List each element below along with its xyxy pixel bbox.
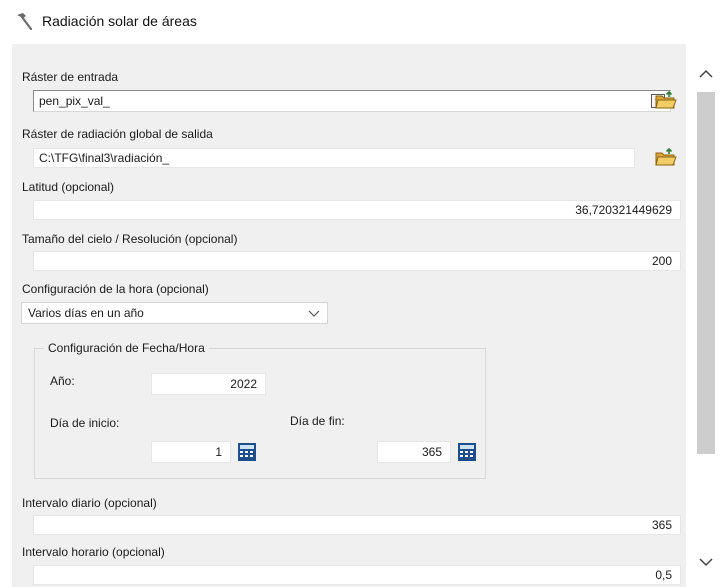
time-config-selected: Varios días en un año (28, 306, 144, 320)
input-raster-value: pen_pix_val_ (39, 94, 110, 108)
chevron-down-icon[interactable] (308, 310, 320, 318)
start-day-value: 1 (215, 445, 222, 459)
end-day-input[interactable]: 365 (377, 441, 451, 463)
latitude-value: 36,720321449629 (575, 203, 672, 217)
year-value: 2022 (230, 377, 257, 391)
sky-size-label: Tamaño del cielo / Resolución (opcional) (22, 232, 238, 246)
output-raster-label: Ráster de radiación global de salida (22, 127, 213, 141)
year-label: Año: (50, 374, 75, 388)
sky-size-value: 200 (651, 254, 672, 268)
window-title: Radiación solar de áreas (42, 13, 197, 29)
input-raster-label: Ráster de entrada (22, 70, 119, 84)
folder-open-icon[interactable] (654, 90, 678, 112)
end-day-label: Día de fin: (290, 414, 345, 428)
scrollbar-thumb[interactable] (697, 92, 715, 454)
datetime-group-title: Configuración de Fecha/Hora (44, 341, 209, 355)
hammer-icon (17, 13, 33, 31)
day-interval-value: 365 (651, 518, 672, 532)
day-interval-input[interactable]: 365 (33, 515, 681, 535)
end-day-value: 365 (421, 445, 442, 459)
output-raster-value: C:\TFG\final3\radiación_ (39, 151, 170, 165)
latitude-input[interactable]: 36,720321449629 (33, 200, 681, 220)
hour-interval-value: 0,5 (655, 568, 672, 582)
start-day-label: Día de inicio: (50, 416, 120, 430)
year-input[interactable]: 2022 (151, 373, 266, 395)
day-interval-label: Intervalo diario (opcional) (22, 496, 157, 510)
chevron-down-icon[interactable] (698, 556, 714, 568)
latitude-label: Latitud (opcional) (22, 180, 115, 194)
chevron-up-icon[interactable] (698, 68, 714, 80)
folder-open-icon[interactable] (654, 147, 678, 169)
time-config-select[interactable]: Varios días en un año (21, 302, 328, 324)
calculator-icon[interactable] (456, 441, 478, 463)
input-raster-dropdown[interactable]: pen_pix_val_ (33, 90, 671, 112)
hour-interval-label: Intervalo horario (opcional) (22, 545, 165, 559)
title-bar: Radiación solar de áreas (0, 0, 722, 42)
start-day-input[interactable]: 1 (151, 441, 231, 463)
sky-size-input[interactable]: 200 (33, 251, 681, 271)
time-config-label: Configuración de la hora (opcional) (22, 282, 209, 296)
hour-interval-input[interactable]: 0,5 (33, 565, 681, 585)
calculator-icon[interactable] (236, 441, 258, 463)
output-raster-input[interactable]: C:\TFG\final3\radiación_ (33, 148, 635, 168)
